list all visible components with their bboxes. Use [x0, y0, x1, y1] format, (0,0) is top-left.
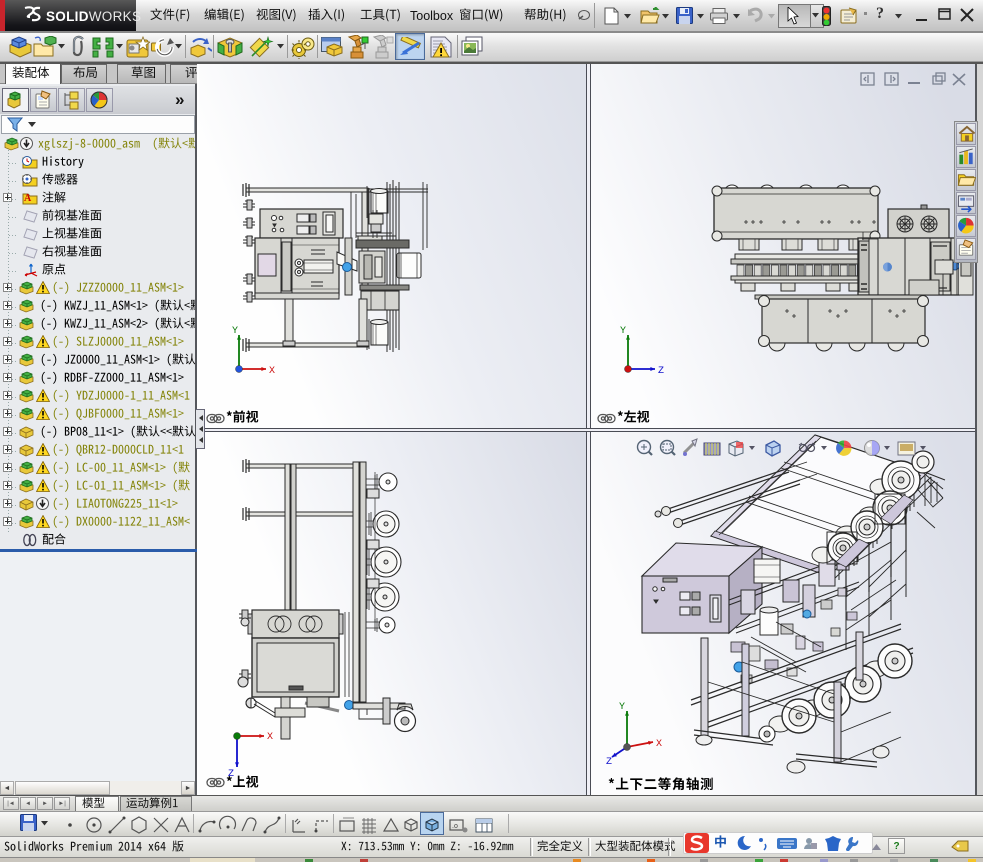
svg-text:Y: Y: [232, 326, 238, 337]
svg-text:X: X: [267, 732, 273, 743]
svg-text:Y: Y: [619, 702, 625, 713]
svg-text:X: X: [269, 366, 275, 377]
svg-text:SOLIDWORKS: SOLIDWORKS: [46, 9, 141, 24]
svg-text:Z: Z: [606, 757, 612, 768]
svg-text:Z: Z: [658, 366, 664, 377]
svg-text:Z: Z: [228, 769, 234, 780]
svg-text:X: X: [656, 739, 662, 750]
svg-text:.o: .o: [452, 823, 458, 830]
svg-text:A: A: [24, 193, 32, 204]
svg-text:Y: Y: [620, 326, 626, 337]
